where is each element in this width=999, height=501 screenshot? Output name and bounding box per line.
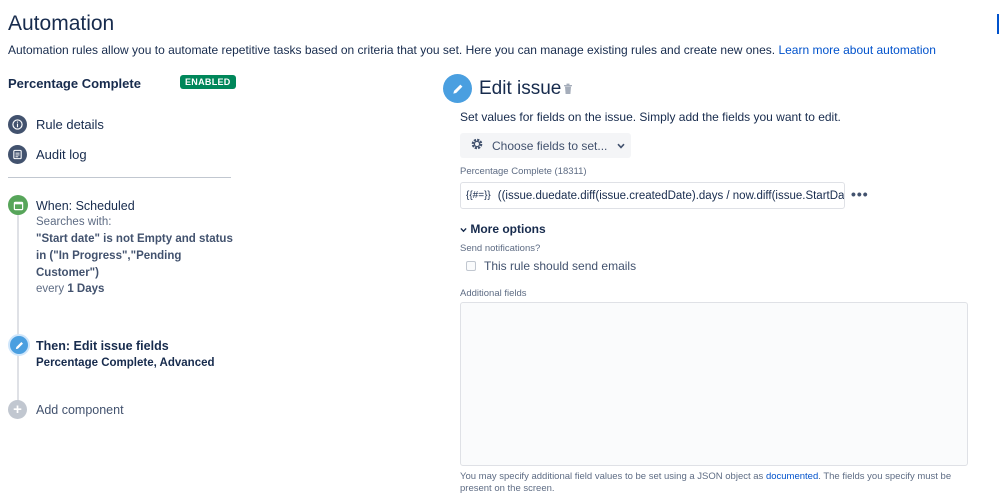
learn-more-link[interactable]: Learn more about automation [778, 43, 935, 57]
action-subtitle: Percentage Complete, Advanced [36, 357, 215, 369]
send-emails-label: This rule should send emails [484, 259, 637, 273]
nav-audit-log[interactable]: Audit log [8, 145, 87, 164]
editor-title: Edit issue [479, 78, 562, 99]
chevron-down-icon [617, 141, 625, 151]
action-title: Then: Edit issue fields [36, 339, 169, 353]
action-step[interactable]: Then: Edit issue fields Percentage Compl… [36, 338, 215, 371]
percentage-complete-value: ((issue.duedate.diff(issue.createdDate).… [497, 189, 845, 202]
list-icon [8, 145, 27, 164]
add-component-button[interactable]: + Add component [8, 400, 124, 419]
additional-fields-help: You may specify additional field values … [460, 471, 970, 495]
info-icon [8, 115, 27, 134]
smart-value-prefix: {{#=}} [466, 190, 491, 201]
send-emails-checkbox[interactable] [466, 261, 476, 271]
trigger-title: When: Scheduled [36, 199, 135, 213]
trigger-every-prefix: every [36, 283, 65, 295]
more-actions-button[interactable]: ••• [851, 186, 869, 202]
pencil-icon [443, 74, 472, 103]
chevron-down-icon [460, 222, 470, 236]
divider [8, 177, 231, 178]
trigger-searches-with: Searches with: [36, 216, 112, 228]
status-badge: ENABLED [180, 75, 236, 89]
timeline-line [17, 213, 19, 401]
send-notifications-label: Send notifications? [460, 243, 541, 254]
rule-name: Percentage Complete [8, 76, 141, 91]
nav-rule-details-label: Rule details [36, 117, 104, 132]
more-options-label: More options [470, 222, 546, 236]
percentage-field-label: Percentage Complete (18311) [460, 166, 587, 177]
nav-audit-log-label: Audit log [36, 147, 87, 162]
gear-icon [470, 137, 484, 154]
send-emails-row[interactable]: This rule should send emails [466, 259, 636, 273]
trigger-jql-line3: Customer") [36, 267, 99, 279]
page-title: Automation [8, 12, 115, 35]
editor-description: Set values for fields on the issue. Simp… [460, 110, 841, 124]
page-description: Automation rules allow you to automate r… [8, 43, 936, 57]
documented-link[interactable]: documented [766, 471, 818, 482]
trash-icon[interactable] [563, 82, 573, 100]
pencil-icon[interactable] [8, 334, 30, 356]
trigger-step[interactable]: When: Scheduled Searches with: "Start da… [36, 198, 233, 297]
choose-fields-label: Choose fields to set... [492, 138, 608, 153]
trigger-jql-line1: "Start date" is not Empty and status [36, 233, 233, 245]
choose-fields-button[interactable]: Choose fields to set... [460, 133, 631, 158]
help-text-part1: You may specify additional field values … [460, 471, 764, 482]
nav-rule-details[interactable]: Rule details [8, 115, 104, 134]
trigger-jql-line2: in ("In Progress","Pending [36, 250, 182, 262]
percentage-complete-input[interactable]: {{#=}} ((issue.duedate.diff(issue.create… [460, 182, 845, 209]
page-description-text: Automation rules allow you to automate r… [8, 43, 776, 57]
additional-fields-textarea[interactable] [460, 302, 968, 466]
additional-fields-label: Additional fields [460, 288, 527, 299]
more-options-toggle[interactable]: More options [460, 222, 546, 236]
plus-icon: + [8, 400, 27, 419]
trigger-every-value: 1 Days [67, 283, 105, 295]
calendar-icon[interactable] [8, 195, 28, 215]
add-component-label: Add component [36, 402, 124, 417]
